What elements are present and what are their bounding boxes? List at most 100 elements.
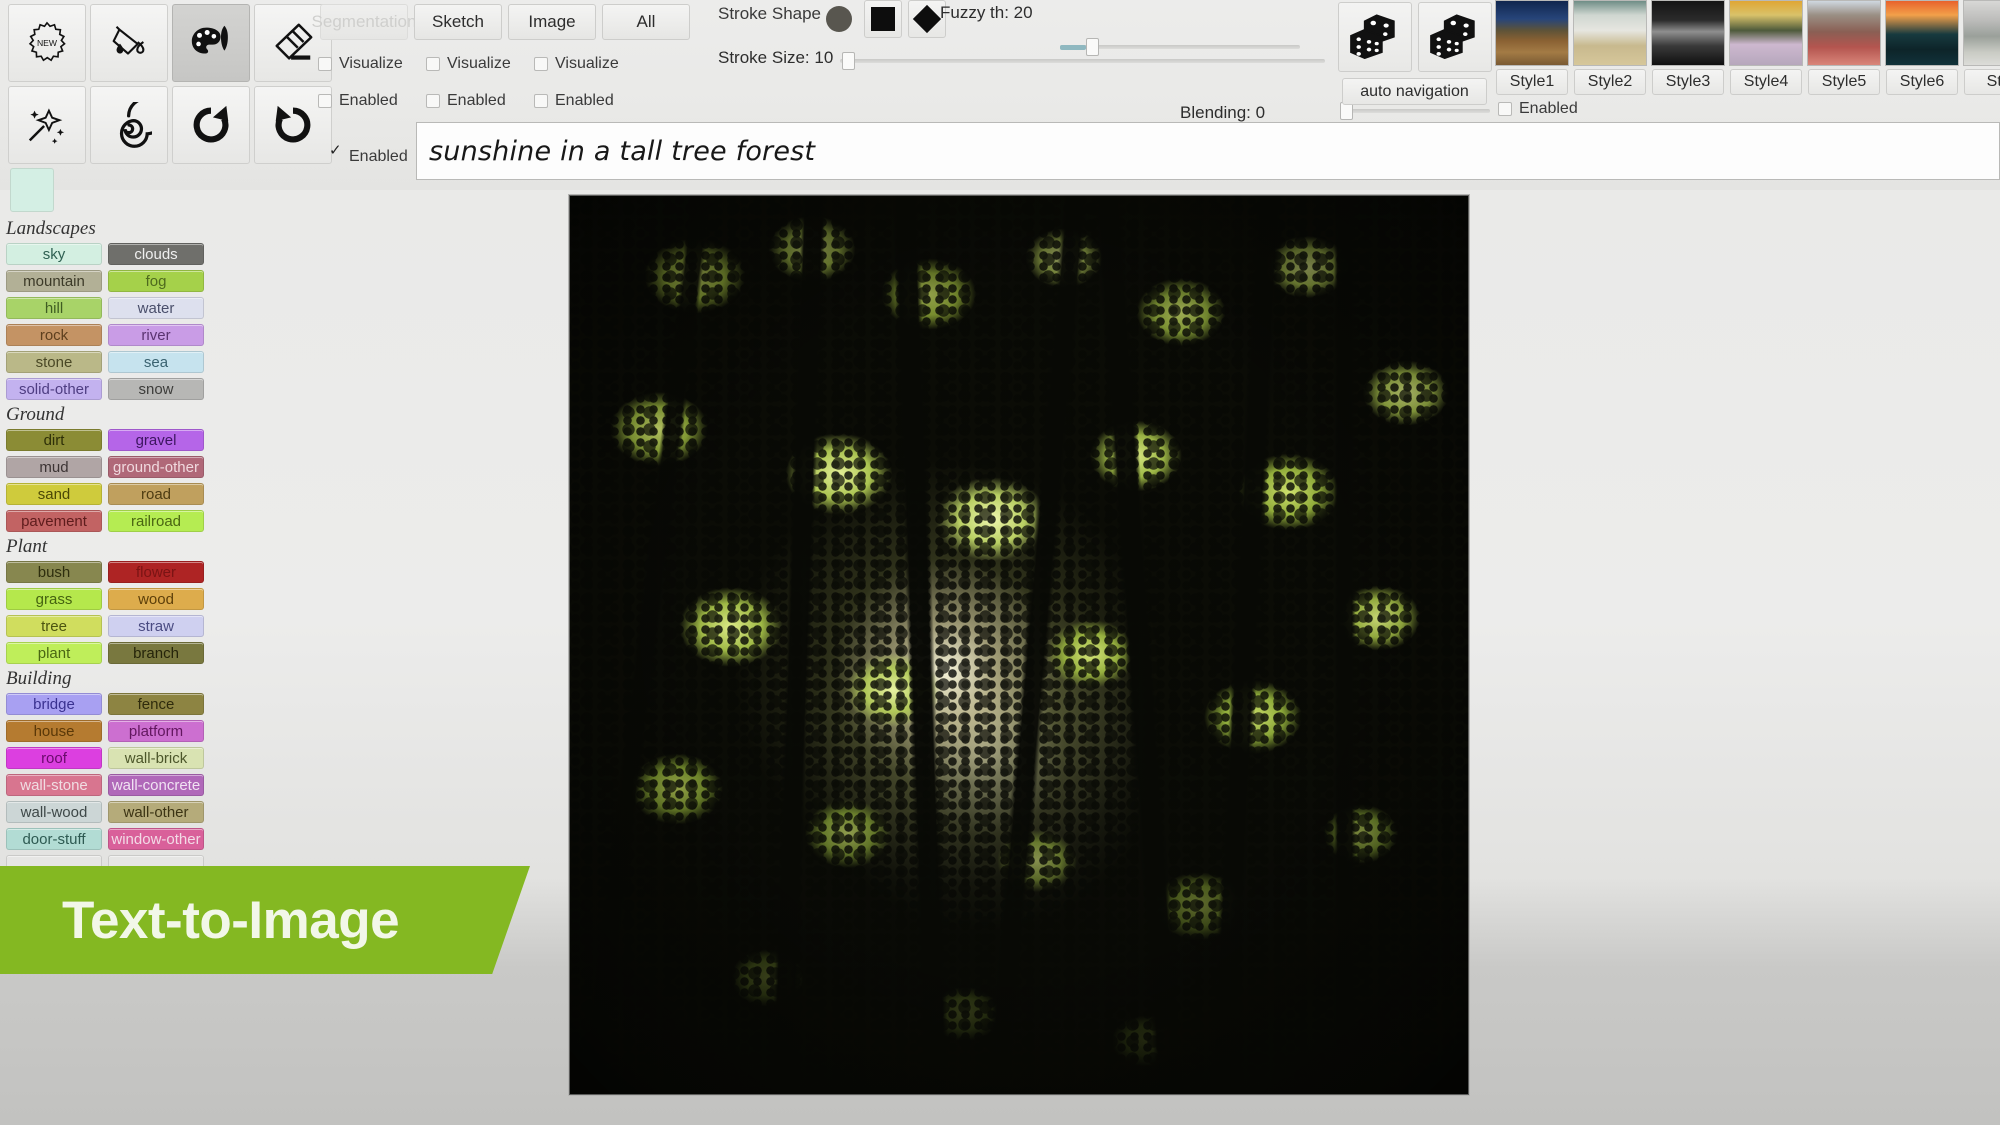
- sidebar-group-ground: dirt gravel mud ground-other sand road p…: [0, 429, 212, 532]
- checkbox-label: Enabled: [447, 92, 506, 109]
- checkbox-label: Enabled: [339, 92, 398, 109]
- enabled-checkbox-sketch[interactable]: Enabled: [426, 92, 534, 110]
- style-cell-4: Style4: [1729, 0, 1803, 95]
- style-label-2[interactable]: Style2: [1574, 69, 1646, 95]
- visualize-checkbox-segmentation[interactable]: Visualize: [318, 55, 426, 73]
- label-chip-wall-other[interactable]: wall-other: [108, 801, 204, 823]
- style-cell-3: Style3: [1651, 0, 1725, 95]
- style-label-5[interactable]: Style5: [1808, 69, 1880, 95]
- style-label-7[interactable]: Styl: [1964, 69, 2000, 95]
- enabled-checkbox-image[interactable]: Enabled: [534, 92, 642, 110]
- label-chip-railroad[interactable]: railroad: [108, 510, 204, 532]
- label-chip-bridge[interactable]: bridge: [6, 693, 102, 715]
- square-stroke-shape-button[interactable]: [864, 0, 902, 38]
- label-chip-fence[interactable]: fence: [108, 693, 204, 715]
- tab-sketch[interactable]: Sketch: [414, 4, 502, 40]
- label-chip-wall-brick[interactable]: wall-brick: [108, 747, 204, 769]
- label-chip-water[interactable]: water: [108, 297, 204, 319]
- palette-brush-icon: [188, 20, 234, 66]
- label-chip-solid-other[interactable]: solid-other: [6, 378, 102, 400]
- label-chip-platform[interactable]: platform: [108, 720, 204, 742]
- label-chip-fog[interactable]: fog: [108, 270, 204, 292]
- image-canvas[interactable]: [568, 194, 1470, 1096]
- style-label-6[interactable]: Style6: [1886, 69, 1958, 95]
- label-chip-sand[interactable]: sand: [6, 483, 102, 505]
- current-color-swatch[interactable]: [10, 168, 54, 212]
- magic-wand-tool[interactable]: [8, 86, 86, 164]
- styles-enabled-checkbox[interactable]: Enabled: [1498, 100, 1606, 118]
- label-chip-rock[interactable]: rock: [6, 324, 102, 346]
- prompt-input-field[interactable]: sunshine in a tall tree forest: [416, 122, 2000, 180]
- label-chip-road[interactable]: road: [108, 483, 204, 505]
- tab-image[interactable]: Image: [508, 4, 596, 40]
- label-chip-straw[interactable]: straw: [108, 615, 204, 637]
- label-chip-door-stuff[interactable]: door-stuff: [6, 828, 102, 850]
- label-chip-grass[interactable]: grass: [6, 588, 102, 610]
- enabled-checkbox-row: Enabled Enabled Enabled: [318, 92, 642, 110]
- label-chip-wood[interactable]: wood: [108, 588, 204, 610]
- application-window: NEW Segmentation Sketch Image All Visual…: [0, 0, 2000, 1125]
- label-chip-wall-stone[interactable]: wall-stone: [6, 774, 102, 796]
- checkbox-label: Visualize: [555, 55, 619, 72]
- label-chip-branch[interactable]: branch: [108, 642, 204, 664]
- style-label-1[interactable]: Style1: [1496, 69, 1568, 95]
- label-chip-gravel[interactable]: gravel: [108, 429, 204, 451]
- stroke-size-slider[interactable]: [840, 50, 1325, 72]
- magic-wand-icon: [24, 102, 70, 148]
- label-chip-wall-concrete[interactable]: wall-concrete: [108, 774, 204, 796]
- dice-randomize-1[interactable]: [1338, 2, 1412, 72]
- redo-tool[interactable]: [172, 86, 250, 164]
- fill-tool[interactable]: [90, 4, 168, 82]
- dice-randomize-2[interactable]: [1418, 2, 1492, 72]
- label-chip-roof[interactable]: roof: [6, 747, 102, 769]
- checkbox-box: [426, 57, 440, 71]
- sidebar-row: dirt gravel: [0, 429, 212, 451]
- label-chip-bush[interactable]: bush: [6, 561, 102, 583]
- style-thumbnail-5[interactable]: [1807, 0, 1881, 66]
- palette-tool[interactable]: [172, 4, 250, 82]
- label-chip-river[interactable]: river: [108, 324, 204, 346]
- slider-knob[interactable]: [842, 52, 855, 70]
- label-chip-house[interactable]: house: [6, 720, 102, 742]
- label-chip-mountain[interactable]: mountain: [6, 270, 102, 292]
- style-label-4[interactable]: Style4: [1730, 69, 1802, 95]
- label-chip-flower[interactable]: flower: [108, 561, 204, 583]
- label-chip-snow[interactable]: snow: [108, 378, 204, 400]
- label-chip-stone[interactable]: stone: [6, 351, 102, 373]
- style-thumbnail-6[interactable]: [1885, 0, 1959, 66]
- label-chip-window-other[interactable]: window-other: [108, 828, 204, 850]
- style-thumbnail-7[interactable]: [1963, 0, 2000, 66]
- label-chip-sky[interactable]: sky: [6, 243, 102, 265]
- style-thumbnail-3[interactable]: [1651, 0, 1725, 66]
- text-to-image-banner: Text-to-Image: [0, 866, 530, 974]
- tab-all[interactable]: All: [602, 4, 690, 40]
- stroke-shape-buttons: [820, 0, 946, 38]
- spiral-icon: [106, 102, 152, 148]
- circle-stroke-shape-button[interactable]: [820, 0, 858, 38]
- sidebar-row: bush flower: [0, 561, 212, 583]
- style-thumbnail-4[interactable]: [1729, 0, 1803, 66]
- label-chip-wall-wood[interactable]: wall-wood: [6, 801, 102, 823]
- visualize-checkbox-sketch[interactable]: Visualize: [426, 55, 534, 73]
- smudge-tool[interactable]: [90, 86, 168, 164]
- label-chip-dirt[interactable]: dirt: [6, 429, 102, 451]
- diamond-icon: [912, 4, 942, 34]
- label-chip-plant[interactable]: plant: [6, 642, 102, 664]
- label-chip-tree[interactable]: tree: [6, 615, 102, 637]
- style-thumbnail-1[interactable]: [1495, 0, 1569, 66]
- tab-segmentation[interactable]: Segmentation: [312, 4, 416, 40]
- label-chip-clouds[interactable]: clouds: [108, 243, 204, 265]
- label-chip-mud[interactable]: mud: [6, 456, 102, 478]
- auto-navigation-button[interactable]: auto navigation: [1342, 78, 1487, 105]
- new-tool[interactable]: NEW: [8, 4, 86, 82]
- label-chip-sea[interactable]: sea: [108, 351, 204, 373]
- label-chip-ground-other[interactable]: ground-other: [108, 456, 204, 478]
- visualize-checkbox-image[interactable]: Visualize: [534, 55, 642, 73]
- label-chip-hill[interactable]: hill: [6, 297, 102, 319]
- style-label-3[interactable]: Style3: [1652, 69, 1724, 95]
- style-thumbnail-2[interactable]: [1573, 0, 1647, 66]
- checkbox-box: [534, 57, 548, 71]
- enabled-checkbox-segmentation[interactable]: Enabled: [318, 92, 426, 110]
- label-chip-pavement[interactable]: pavement: [6, 510, 102, 532]
- sidebar-row: roof wall-brick: [0, 747, 212, 769]
